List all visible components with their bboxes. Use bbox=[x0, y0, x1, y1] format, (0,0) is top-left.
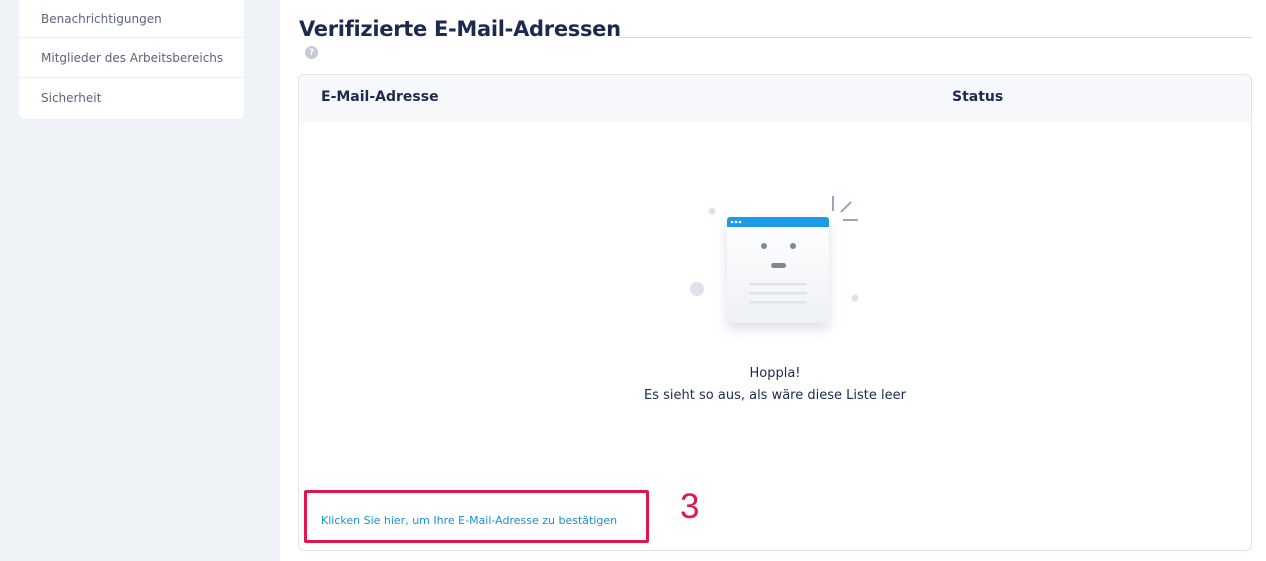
sidebar-item-security[interactable]: Sicherheit bbox=[19, 78, 244, 118]
left-pane: Benachrichtigungen Mitglieder des Arbeit… bbox=[0, 0, 280, 561]
help-icon[interactable]: ? bbox=[305, 46, 318, 59]
column-header-status: Status bbox=[952, 89, 1004, 105]
settings-sidebar: Benachrichtigungen Mitglieder des Arbeit… bbox=[19, 0, 244, 119]
title-divider bbox=[618, 37, 1252, 38]
empty-state-description: Es sieht so aus, als wäre diese Liste le… bbox=[644, 388, 906, 403]
empty-state-title: Hoppla! bbox=[749, 366, 801, 381]
annotation-step-number: 3 bbox=[680, 487, 700, 526]
sidebar-item-notifications[interactable]: Benachrichtigungen bbox=[19, 0, 244, 38]
annotation-highlight-box bbox=[304, 490, 649, 543]
sidebar-item-workspace-members[interactable]: Mitglieder des Arbeitsbereichs bbox=[19, 38, 244, 78]
page-title: Verifizierte E-Mail-Adressen bbox=[299, 17, 621, 41]
verified-emails-table: E-Mail-Adresse Status Hoppla! Es sieht s… bbox=[298, 74, 1252, 551]
column-header-email: E-Mail-Adresse bbox=[321, 89, 439, 105]
empty-list-illustration-icon bbox=[690, 196, 859, 323]
table-header: E-Mail-Adresse Status bbox=[299, 75, 1251, 122]
